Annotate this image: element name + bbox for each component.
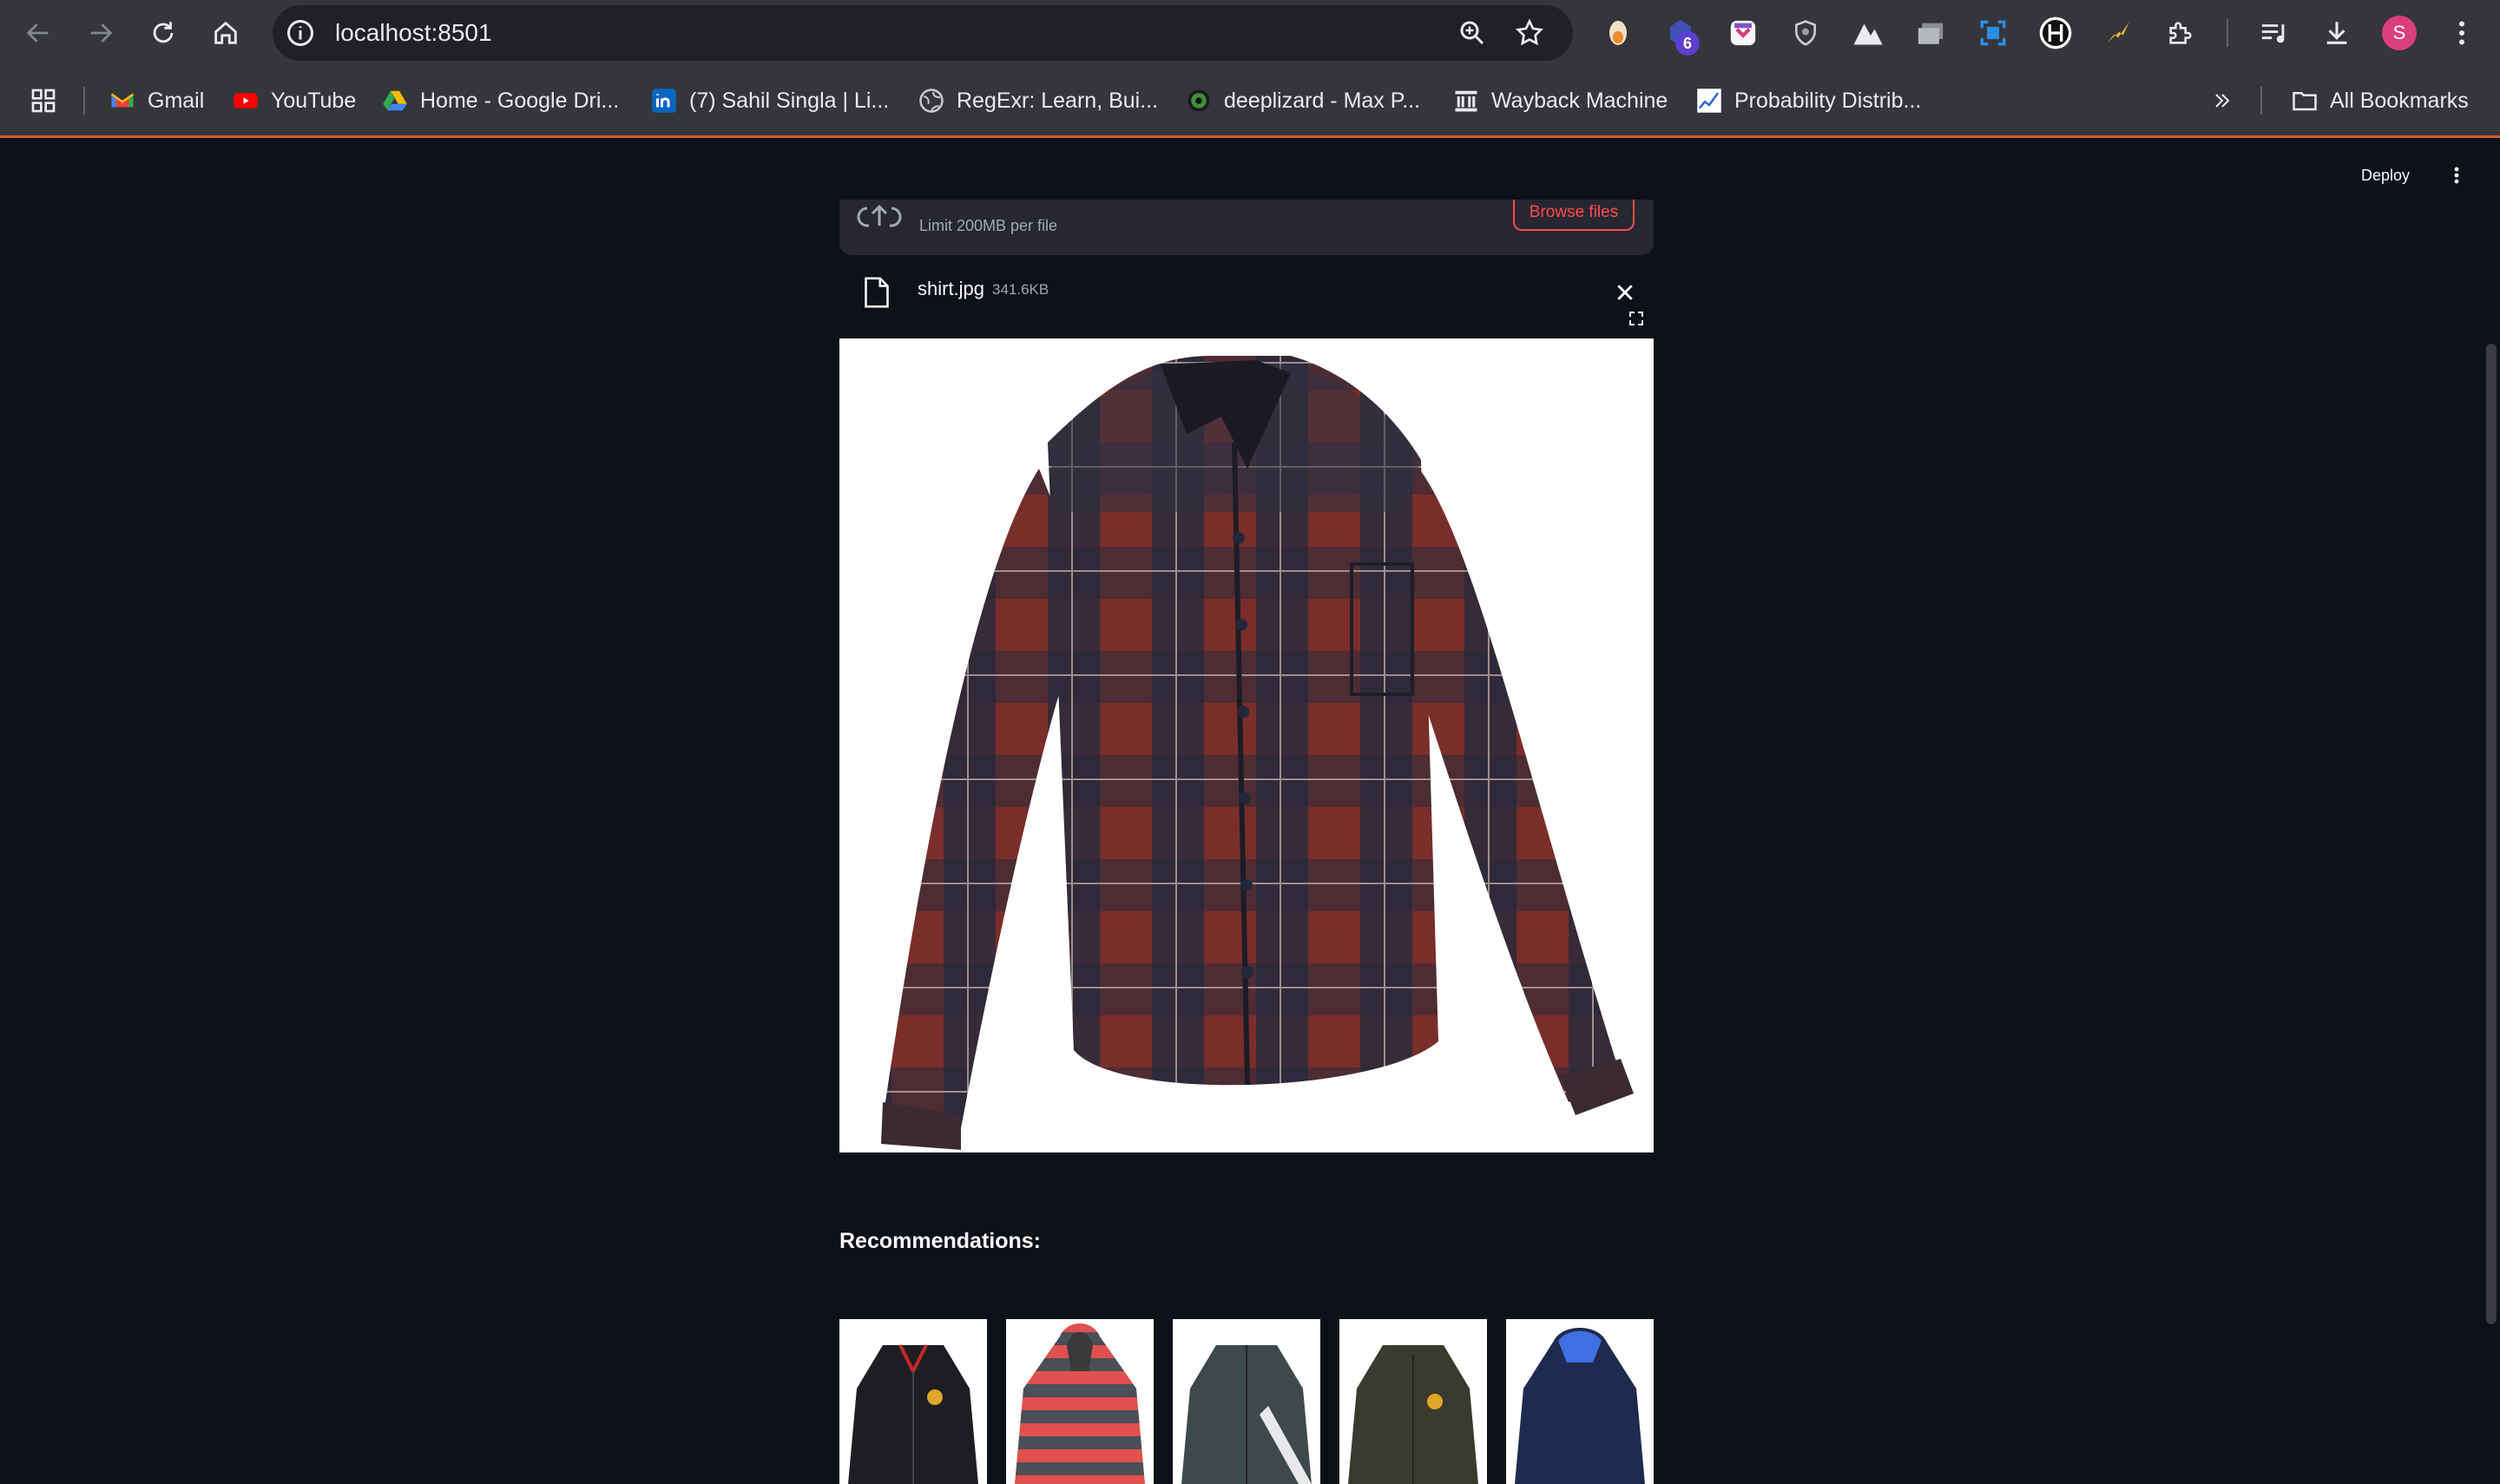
arrow-right-icon: [90, 23, 113, 43]
bookmark-label: (7) Sahil Singla | Li...: [689, 88, 890, 113]
bookmark-gmail[interactable]: Gmail: [109, 66, 204, 135]
page-scrollbar[interactable]: [2486, 344, 2497, 1324]
bookmark-youtube[interactable]: YouTube: [233, 66, 356, 135]
bookmarks-bar: Gmail YouTube Home - Google Dri... (7) S…: [0, 66, 2500, 138]
file-size: 341.6KB: [992, 281, 1049, 298]
file-name: shirt.jpg: [918, 278, 985, 299]
zoom-icon[interactable]: [1457, 17, 1488, 49]
navy-hoodie-image: [1515, 1328, 1645, 1484]
cloud-upload-icon: [857, 204, 902, 227]
grey-track-jacket-image: [1181, 1345, 1312, 1484]
recommendation-item: [1339, 1319, 1487, 1484]
recommendation-item: [839, 1319, 987, 1484]
more-bookmarks-button[interactable]: [2212, 66, 2233, 135]
forward-button[interactable]: [80, 12, 122, 54]
downloads-icon[interactable]: [2319, 16, 2354, 50]
deploy-button[interactable]: Deploy: [2361, 161, 2410, 189]
uploaded-file-row: shirt.jpg 341.6KB: [839, 269, 1654, 314]
fullscreen-icon[interactable]: [1628, 311, 1644, 326]
bookmark-label: RegExr: Learn, Bui...: [957, 88, 1159, 113]
back-button[interactable]: [17, 12, 59, 54]
recommendations-title: Recommendations:: [839, 1229, 1041, 1253]
reload-icon: [153, 22, 174, 43]
all-bookmarks-label: All Bookmarks: [2330, 88, 2469, 113]
extension-window-icon[interactable]: [1913, 16, 1948, 50]
bookmark-label: Gmail: [148, 88, 205, 113]
recommendation-item: [1173, 1319, 1320, 1484]
bookmark-regexr[interactable]: RegExr: Learn, Bui...: [918, 66, 1158, 135]
globe-icon: [919, 89, 944, 113]
extension-h-icon[interactable]: [2038, 16, 2073, 50]
apps-grid-icon: [31, 89, 56, 113]
linkedin-icon: [652, 89, 676, 113]
browser-toolbar: localhost:8501 6 S: [0, 0, 2500, 66]
extension-pocket-icon[interactable]: [1726, 16, 1760, 50]
browser-menu-icon[interactable]: [2444, 16, 2479, 50]
chevron-double-right-icon: [2215, 94, 2230, 108]
bookmark-wayback[interactable]: Wayback Machine: [1453, 66, 1668, 135]
bookmark-probability[interactable]: Probability Distrib...: [1696, 66, 1921, 135]
extension-shield-icon[interactable]: [1788, 16, 1823, 50]
file-icon: [865, 277, 889, 308]
extension-orange-icon[interactable]: [1601, 16, 1635, 50]
recommendation-item: [1506, 1319, 1654, 1484]
plaid-shirt-image: [881, 356, 1634, 1150]
file-uploader-dropzone[interactable]: Limit 200MB per file Browse files: [839, 200, 1654, 255]
address-bar[interactable]: localhost:8501: [273, 5, 1573, 61]
reload-button[interactable]: [142, 12, 184, 54]
url-text[interactable]: localhost:8501: [335, 5, 492, 61]
home-icon: [214, 21, 237, 44]
wayback-icon: [1455, 90, 1477, 112]
google-drive-icon: [383, 90, 407, 111]
home-button[interactable]: [205, 12, 247, 54]
apps-grid-button[interactable]: [30, 66, 57, 135]
bookmark-deeplizard[interactable]: deeplizard - Max P...: [1186, 66, 1420, 135]
gmail-icon: [110, 93, 135, 108]
all-bookmarks-button[interactable]: All Bookmarks: [2292, 66, 2469, 135]
striped-hoodie-image: [1015, 1323, 1145, 1484]
extension-badge: 6: [1675, 31, 1700, 56]
bookmark-star-icon[interactable]: [1514, 17, 1545, 49]
app-menu-icon[interactable]: [2446, 161, 2467, 189]
deeplizard-icon: [1188, 89, 1210, 112]
bookmark-label: YouTube: [271, 88, 357, 113]
upload-limit-text: Limit 200MB per file: [919, 217, 1058, 234]
brown-jacket-image: [1348, 1345, 1478, 1484]
browse-files-button[interactable]: Browse files: [1513, 200, 1635, 231]
chart-icon: [1697, 89, 1721, 113]
bookmarks-separator: [83, 87, 85, 115]
bookmark-label: deeplizard - Max P...: [1224, 88, 1421, 113]
extensions-puzzle-icon[interactable]: [2163, 16, 2198, 50]
folder-icon: [2293, 92, 2317, 111]
uploaded-image-preview: [839, 338, 1654, 1152]
bookmark-label: Probability Distrib...: [1734, 88, 1922, 113]
media-controls-icon[interactable]: [2257, 16, 2292, 50]
close-icon[interactable]: [1615, 283, 1635, 302]
arrow-left-icon: [26, 23, 49, 43]
toolbar-separator: [2227, 19, 2228, 47]
extension-bolt-icon[interactable]: [2101, 16, 2135, 50]
profile-avatar[interactable]: S: [2382, 16, 2417, 50]
bookmark-label: Home - Google Dri...: [420, 88, 620, 113]
recommendation-item: [1006, 1319, 1154, 1484]
bookmarks-separator: [2260, 87, 2262, 115]
extension-mountain-icon[interactable]: [1851, 16, 1885, 50]
youtube-icon: [234, 93, 258, 108]
site-info-icon[interactable]: [285, 17, 316, 49]
black-jacket-image: [848, 1344, 978, 1484]
extension-capture-icon[interactable]: [1976, 16, 2010, 50]
bookmark-google-drive[interactable]: Home - Google Dri...: [382, 66, 619, 135]
bookmark-linkedin[interactable]: (7) Sahil Singla | Li...: [651, 66, 889, 135]
bookmark-label: Wayback Machine: [1491, 88, 1668, 113]
